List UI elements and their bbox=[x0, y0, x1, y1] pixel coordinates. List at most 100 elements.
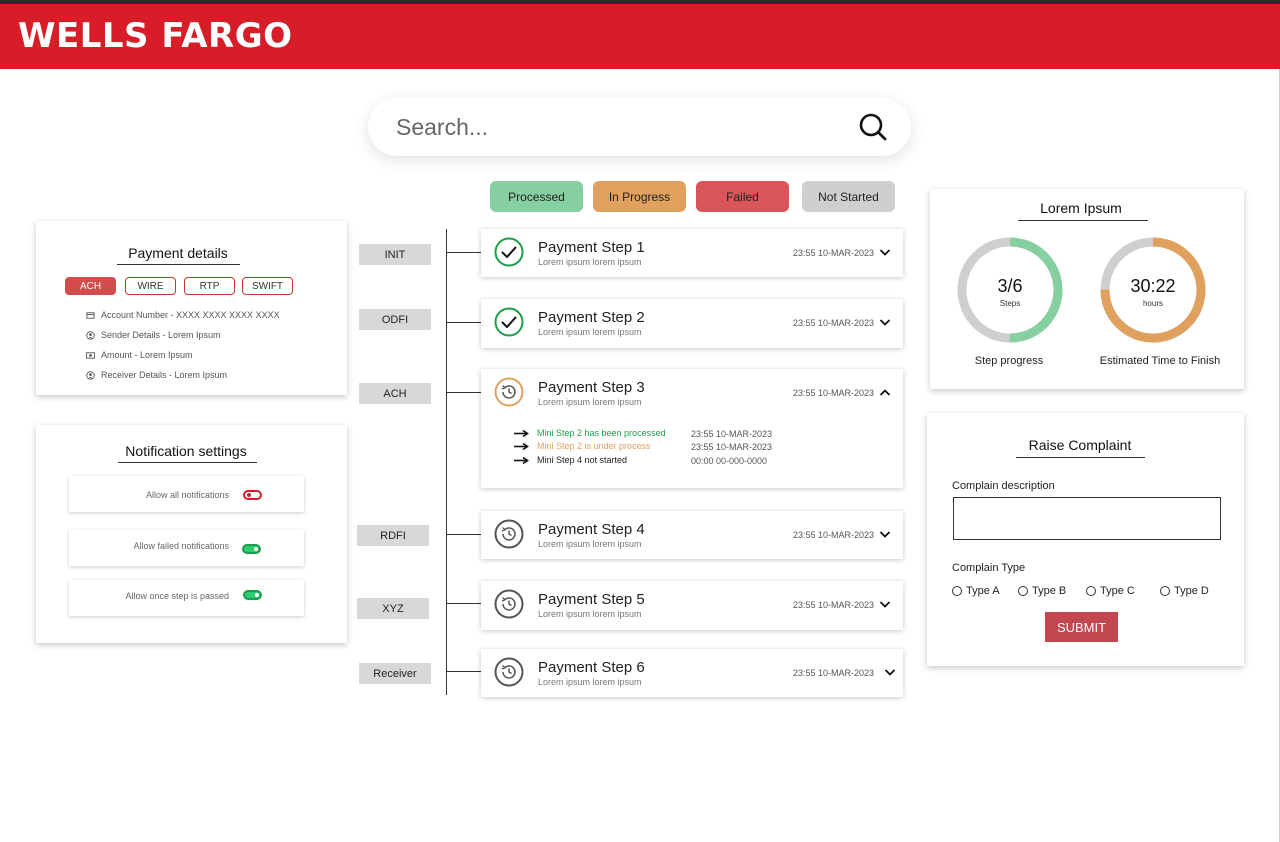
legend-processed: Processed bbox=[490, 181, 583, 212]
payment-step-6[interactable]: Payment Step 6 Lorem ipsum lorem ipsum 2… bbox=[481, 649, 903, 697]
chevron-down-icon[interactable] bbox=[879, 248, 891, 257]
history-icon bbox=[494, 377, 524, 407]
brand-logo[interactable]: WELLS FARGO bbox=[18, 16, 293, 56]
step-date: 23:55 10-MAR-2023 bbox=[793, 668, 875, 678]
radio-label: Type B bbox=[1032, 585, 1067, 597]
step-progress-unit: Steps bbox=[999, 299, 1021, 308]
complaint-description-label: Complain description bbox=[952, 480, 1055, 492]
chevron-up-icon[interactable] bbox=[879, 388, 891, 397]
detail-text: Amount - Lorem Ipsum bbox=[101, 350, 193, 360]
arrow-right-icon bbox=[514, 456, 529, 464]
notif-toggle-failed[interactable] bbox=[242, 544, 261, 554]
payment-step-4[interactable]: Payment Step 4 Lorem ipsum lorem ipsum 2… bbox=[481, 511, 903, 559]
chevron-down-icon[interactable] bbox=[879, 318, 891, 327]
timeline-connector bbox=[447, 671, 481, 672]
check-circle-icon bbox=[494, 237, 524, 267]
detail-text: Sender Details - Lorem Ipsum bbox=[101, 330, 221, 340]
payment-step-5[interactable]: Payment Step 5 Lorem ipsum lorem ipsum 2… bbox=[481, 581, 903, 630]
mini-step: Mini Step 2 is under process bbox=[514, 441, 651, 451]
card-icon bbox=[86, 311, 95, 319]
timeline-connector bbox=[447, 603, 481, 604]
mini-step-text: Mini Step 2 has been processed bbox=[537, 428, 666, 438]
complaint-description-field[interactable] bbox=[953, 497, 1221, 540]
progress-card-title: Lorem Ipsum bbox=[1040, 200, 1122, 216]
mini-step-text: Mini Step 4 not started bbox=[537, 455, 628, 465]
step-subtitle: Lorem ipsum lorem ipsum bbox=[538, 609, 642, 619]
step-subtitle: Lorem ipsum lorem ipsum bbox=[538, 539, 642, 549]
legend-failed: Failed bbox=[696, 181, 789, 212]
radio-circle[interactable] bbox=[1018, 586, 1028, 596]
step-title: Payment Step 4 bbox=[538, 521, 645, 538]
radio-type-c[interactable]: Type C bbox=[1086, 585, 1135, 597]
step-date: 23:55 10-MAR-2023 bbox=[793, 318, 875, 328]
user-icon bbox=[86, 370, 95, 380]
search-icon[interactable] bbox=[858, 112, 888, 142]
legend-in-progress: In Progress bbox=[593, 181, 686, 212]
radio-label: Type C bbox=[1100, 585, 1135, 597]
title-underline bbox=[1016, 457, 1145, 458]
user-icon bbox=[86, 330, 95, 340]
complaint-type-label: Complain Type bbox=[952, 562, 1026, 574]
radio-circle[interactable] bbox=[1086, 586, 1096, 596]
tab-rtp[interactable]: RTP bbox=[184, 277, 235, 295]
search-bar bbox=[368, 98, 911, 156]
history-icon bbox=[494, 657, 524, 687]
title-underline bbox=[1018, 220, 1148, 221]
step-subtitle: Lorem ipsum lorem ipsum bbox=[538, 327, 642, 337]
step-subtitle: Lorem ipsum lorem ipsum bbox=[538, 257, 642, 267]
step-title: Payment Step 3 bbox=[538, 379, 645, 396]
search-input[interactable] bbox=[396, 112, 836, 142]
mini-step-date: 00:00 00-000-0000 bbox=[691, 456, 768, 466]
detail-text: Receiver Details - Lorem Ipsum bbox=[101, 370, 228, 380]
step-subtitle: Lorem ipsum lorem ipsum bbox=[538, 677, 642, 687]
radio-type-b[interactable]: Type B bbox=[1018, 585, 1066, 597]
timeline-connector bbox=[447, 392, 481, 393]
payment-step-2[interactable]: Payment Step 2 Lorem ipsum lorem ipsum 2… bbox=[481, 299, 903, 348]
radio-type-d[interactable]: Type D bbox=[1160, 585, 1209, 597]
chevron-down-icon[interactable] bbox=[879, 530, 891, 539]
radio-label: Type A bbox=[966, 585, 1000, 597]
tab-swift[interactable]: SWIFT bbox=[242, 277, 293, 295]
arrow-right-icon bbox=[514, 442, 529, 450]
radio-circle[interactable] bbox=[1160, 586, 1170, 596]
notif-allow-all: Allow all notifications bbox=[69, 476, 304, 512]
step-title: Payment Step 2 bbox=[538, 309, 645, 326]
tab-wire[interactable]: WIRE bbox=[125, 277, 176, 295]
title-underline bbox=[117, 264, 240, 265]
step-progress-caption: Step progress bbox=[974, 355, 1044, 367]
notif-toggle-all[interactable] bbox=[243, 490, 262, 500]
mini-step: Mini Step 4 not started bbox=[514, 455, 627, 465]
stage-rdfi: RDFI bbox=[357, 525, 429, 546]
mini-step-text: Mini Step 2 is under process bbox=[537, 441, 651, 451]
mini-step-date: 23:55 10-MAR-2023 bbox=[691, 429, 773, 439]
payment-details-title: Payment details bbox=[128, 245, 228, 261]
detail-sender: Sender Details - Lorem Ipsum bbox=[86, 330, 221, 340]
payment-step-3[interactable]: Payment Step 3 Lorem ipsum lorem ipsum 2… bbox=[481, 369, 903, 488]
step-progress-value: 3/6 bbox=[997, 276, 1023, 296]
radio-label: Type D bbox=[1174, 585, 1209, 597]
chevron-down-icon[interactable] bbox=[879, 600, 891, 609]
detail-account-number: Account Number - XXXX XXXX XXXX XXXX bbox=[86, 310, 280, 320]
step-date: 23:55 10-MAR-2023 bbox=[793, 600, 875, 610]
detail-amount: Amount - Lorem Ipsum bbox=[86, 350, 193, 360]
detail-receiver: Receiver Details - Lorem Ipsum bbox=[86, 370, 227, 380]
stage-init: INIT bbox=[359, 244, 431, 265]
step-title: Payment Step 1 bbox=[538, 239, 645, 256]
notification-settings-title: Notification settings bbox=[125, 443, 247, 459]
chevron-down-icon[interactable] bbox=[884, 668, 896, 677]
stage-receiver: Receiver bbox=[359, 663, 431, 684]
notif-label: Allow once step is passed bbox=[125, 591, 229, 601]
radio-type-a[interactable]: Type A bbox=[952, 585, 1000, 597]
notif-toggle-passed[interactable] bbox=[243, 590, 262, 600]
timeline-connector bbox=[447, 322, 481, 323]
step-date: 23:55 10-MAR-2023 bbox=[793, 388, 875, 398]
detail-text: Account Number - XXXX XXXX XXXX XXXX bbox=[101, 310, 280, 320]
submit-button[interactable]: SUBMIT bbox=[1045, 612, 1118, 642]
notif-allow-passed: Allow once step is passed bbox=[69, 580, 304, 616]
arrow-right-icon bbox=[514, 429, 529, 437]
tab-ach[interactable]: ACH bbox=[65, 277, 116, 295]
stage-odfi: ODFI bbox=[359, 309, 431, 330]
payment-step-1[interactable]: Payment Step 1 Lorem ipsum lorem ipsum 2… bbox=[481, 229, 903, 277]
time-progress-caption: Estimated Time to Finish bbox=[1099, 355, 1221, 367]
radio-circle[interactable] bbox=[952, 586, 962, 596]
